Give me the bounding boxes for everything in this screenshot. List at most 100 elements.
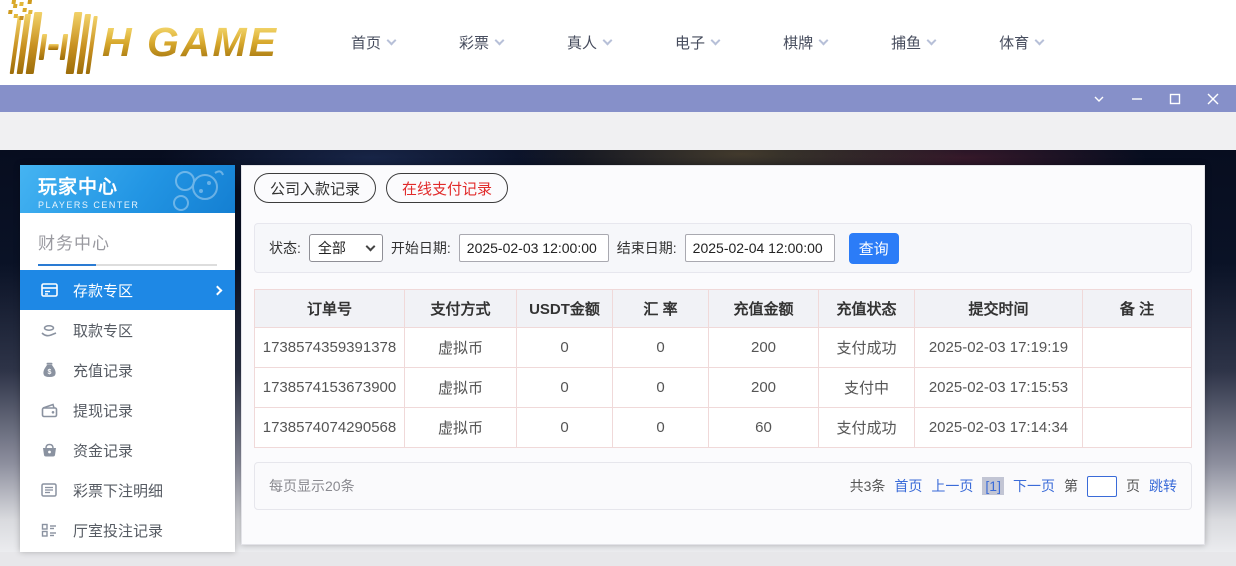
table-cell: 0	[517, 328, 613, 368]
tab-company-deposit-records[interactable]: 公司入款记录	[254, 173, 376, 203]
confetti-decoration	[13, 4, 18, 8]
table-cell	[1083, 328, 1192, 368]
table-cell: 200	[709, 368, 819, 408]
filter-bar: 状态: 全部 开始日期: 结束日期: 查询	[254, 223, 1192, 273]
table-cell: 0	[517, 408, 613, 448]
nav-item[interactable]: 捕鱼	[891, 32, 935, 53]
query-button[interactable]: 查询	[849, 233, 899, 264]
nav-item[interactable]: 真人	[567, 32, 611, 53]
start-date-input[interactable]	[459, 234, 609, 262]
nav-item[interactable]: 彩票	[459, 32, 503, 53]
jump-prefix-label: 第	[1064, 476, 1078, 496]
table-cell: 2025-02-03 17:15:53	[915, 368, 1083, 408]
footer-strip	[0, 552, 1236, 566]
pager: 共3条 首页 上一页 [1] 下一页 第 页 跳转	[850, 476, 1177, 497]
gamepad-icon	[165, 169, 227, 211]
jump-suffix-label: 页	[1126, 476, 1140, 496]
sidebar-header: 玩家中心 PLAYERS CENTER	[20, 165, 235, 213]
table-cell: 支付中	[819, 368, 915, 408]
sidebar-item-recharge-records[interactable]: $ 充值记录	[20, 350, 235, 390]
deposit-icon	[40, 281, 58, 299]
end-date-input[interactable]	[685, 234, 835, 262]
table-cell: 虚拟币	[405, 368, 517, 408]
sidebar-item-lottery-bets[interactable]: 彩票下注明细	[20, 470, 235, 510]
chevron-down-icon	[365, 242, 375, 252]
window-close-icon[interactable]	[1206, 92, 1220, 106]
column-header: 充值金额	[709, 290, 819, 328]
window-maximize-icon[interactable]	[1168, 92, 1182, 106]
record-tabs: 公司入款记录 在线支付记录	[254, 173, 1192, 203]
nav-item-label: 体育	[999, 32, 1029, 53]
table-row: 1738574074290568虚拟币0060支付成功2025-02-03 17…	[255, 408, 1192, 448]
chevron-down-icon	[711, 36, 721, 46]
status-select[interactable]: 全部	[309, 234, 383, 262]
table-cell: 0	[613, 368, 709, 408]
sidebar-item-cashout-records[interactable]: 提现记录	[20, 390, 235, 430]
pagination-bar: 每页显示20条 共3条 首页 上一页 [1] 下一页 第 页 跳转	[254, 462, 1192, 510]
table-cell	[1083, 368, 1192, 408]
recharge-record-icon: $	[40, 361, 58, 379]
nav-item[interactable]: 电子	[675, 32, 719, 53]
table-cell: 0	[613, 408, 709, 448]
table-cell: 虚拟币	[405, 328, 517, 368]
table-cell: 虚拟币	[405, 408, 517, 448]
nav-item-label: 彩票	[459, 32, 489, 53]
table-header-row: 订单号支付方式USDT金额汇 率充值金额充值状态提交时间备 注	[255, 290, 1192, 328]
nav-item[interactable]: 体育	[999, 32, 1043, 53]
table-row: 1738574153673900虚拟币00200支付中2025-02-03 17…	[255, 368, 1192, 408]
cashout-record-icon	[40, 401, 58, 419]
sidebar-section-title: 财务中心	[38, 229, 217, 254]
first-page-link[interactable]: 首页	[894, 476, 922, 496]
window-minimize-icon[interactable]	[1130, 92, 1144, 106]
sidebar-item-funds-records[interactable]: 资金记录	[20, 430, 235, 470]
sidebar-item-deposit[interactable]: 存款专区	[20, 270, 235, 310]
nav-item-label: 首页	[351, 32, 381, 53]
table-cell: 2025-02-03 17:19:19	[915, 328, 1083, 368]
sidebar: 玩家中心 PLAYERS CENTER 财务中心 存款专区	[20, 165, 235, 552]
page-jump-input[interactable]	[1087, 476, 1117, 497]
jump-button[interactable]: 跳转	[1149, 476, 1177, 496]
sidebar-menu: 存款专区 取款专区 $ 充值记录 提现记录	[20, 270, 235, 550]
column-header: USDT金额	[517, 290, 613, 328]
sidebar-item-label: 厅室投注记录	[73, 520, 163, 541]
table-cell: 1738574074290568	[255, 408, 405, 448]
section-underline	[38, 264, 217, 266]
column-header: 订单号	[255, 290, 405, 328]
column-header: 备 注	[1083, 290, 1192, 328]
nav-item[interactable]: 棋牌	[783, 32, 827, 53]
current-page-indicator: [1]	[982, 477, 1004, 495]
table-cell: 支付成功	[819, 408, 915, 448]
logo[interactable]: H GAME	[14, 12, 289, 74]
table-cell: 0	[517, 368, 613, 408]
table-cell	[1083, 408, 1192, 448]
sidebar-item-label: 提现记录	[73, 400, 133, 421]
nav-item-label: 真人	[567, 32, 597, 53]
main-nav: 首页 彩票 真人 电子 棋牌 捕鱼	[351, 32, 1043, 53]
table-row: 1738574359391378虚拟币00200支付成功2025-02-03 1…	[255, 328, 1192, 368]
lottery-bets-icon	[40, 481, 58, 499]
end-date-label: 结束日期:	[617, 238, 677, 258]
status-label: 状态:	[269, 238, 301, 258]
window-titlebar	[0, 85, 1236, 112]
table-cell: 1738574153673900	[255, 368, 405, 408]
nav-item[interactable]: 首页	[351, 32, 395, 53]
content-panel: 公司入款记录 在线支付记录 状态: 全部 开始日期: 结束日期: 查询 订单号支…	[241, 165, 1205, 545]
window-chevron-down-icon[interactable]	[1092, 92, 1106, 106]
sidebar-item-label: 取款专区	[73, 320, 133, 341]
sidebar-item-hall-bets[interactable]: 厅室投注记录	[20, 510, 235, 550]
column-header: 支付方式	[405, 290, 517, 328]
column-header: 汇 率	[613, 290, 709, 328]
sidebar-item-withdraw[interactable]: 取款专区	[20, 310, 235, 350]
chevron-down-icon	[1035, 36, 1045, 46]
hall-bets-icon	[40, 521, 58, 539]
table-cell: 2025-02-03 17:14:34	[915, 408, 1083, 448]
prev-page-link[interactable]: 上一页	[931, 476, 973, 496]
tab-online-payment-records[interactable]: 在线支付记录	[386, 173, 508, 203]
start-date-label: 开始日期:	[391, 238, 451, 258]
workspace-background: 玩家中心 PLAYERS CENTER 财务中心 存款专区	[0, 150, 1236, 552]
chevron-down-icon	[927, 36, 937, 46]
table-cell: 支付成功	[819, 328, 915, 368]
next-page-link[interactable]: 下一页	[1013, 476, 1055, 496]
sidebar-section: 财务中心	[20, 213, 235, 266]
sidebar-item-label: 充值记录	[73, 360, 133, 381]
